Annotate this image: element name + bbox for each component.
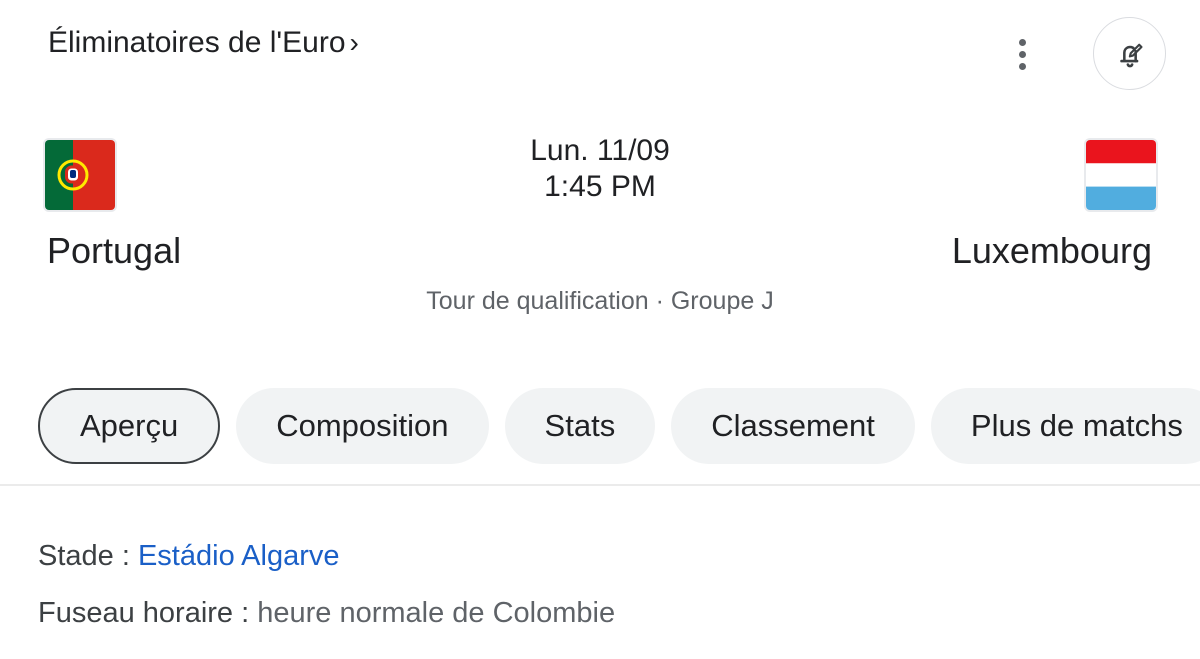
luxembourg-flag[interactable] xyxy=(1086,140,1156,210)
timezone-info: Fuseau horaire : heure normale de Colomb… xyxy=(38,597,615,630)
match-stage: Tour de qualification · Groupe J xyxy=(426,287,774,315)
more-options-button[interactable] xyxy=(1002,32,1042,76)
home-team-name[interactable]: Portugal xyxy=(47,230,181,272)
tab-apercu[interactable]: Aperçu xyxy=(38,388,221,464)
match-date: Lun. 11/09 xyxy=(530,134,670,167)
competition-title: Éliminatoires de l'Euro xyxy=(48,26,346,59)
match-time: 1:45 PM xyxy=(544,170,656,203)
chevron-right-icon: › xyxy=(349,27,359,58)
timezone-value: heure normale de Colombie xyxy=(257,597,616,629)
more-vert-icon-dot xyxy=(1018,62,1026,70)
luxembourg-flag-image xyxy=(1086,140,1156,210)
stadium-label: Stade : xyxy=(38,540,138,572)
match-card: Éliminatoires de l'Euro › Portugal Lun. … xyxy=(0,0,1200,659)
stadium-link[interactable]: Estádio Algarve xyxy=(138,540,340,572)
away-team-name[interactable]: Luxembourg xyxy=(952,230,1152,272)
timezone-label: Fuseau horaire : xyxy=(38,597,258,629)
more-vert-icon xyxy=(1018,38,1026,46)
notification-button[interactable] xyxy=(1093,17,1166,90)
divider xyxy=(0,484,1200,486)
competition-link[interactable]: Éliminatoires de l'Euro › xyxy=(48,26,359,60)
tab-stats[interactable]: Stats xyxy=(504,388,656,464)
tab-composition[interactable]: Composition xyxy=(236,388,489,464)
more-vert-icon-dot xyxy=(1018,50,1026,58)
tab-classement[interactable]: Classement xyxy=(671,388,915,464)
tab-plus-de-matchs[interactable]: Plus de matchs xyxy=(930,388,1200,464)
bell-edit-icon xyxy=(1119,43,1143,67)
tab-bar: Aperçu Composition Stats Classement Plus… xyxy=(38,388,1200,464)
stadium-info: Stade : Estádio Algarve xyxy=(38,540,339,573)
